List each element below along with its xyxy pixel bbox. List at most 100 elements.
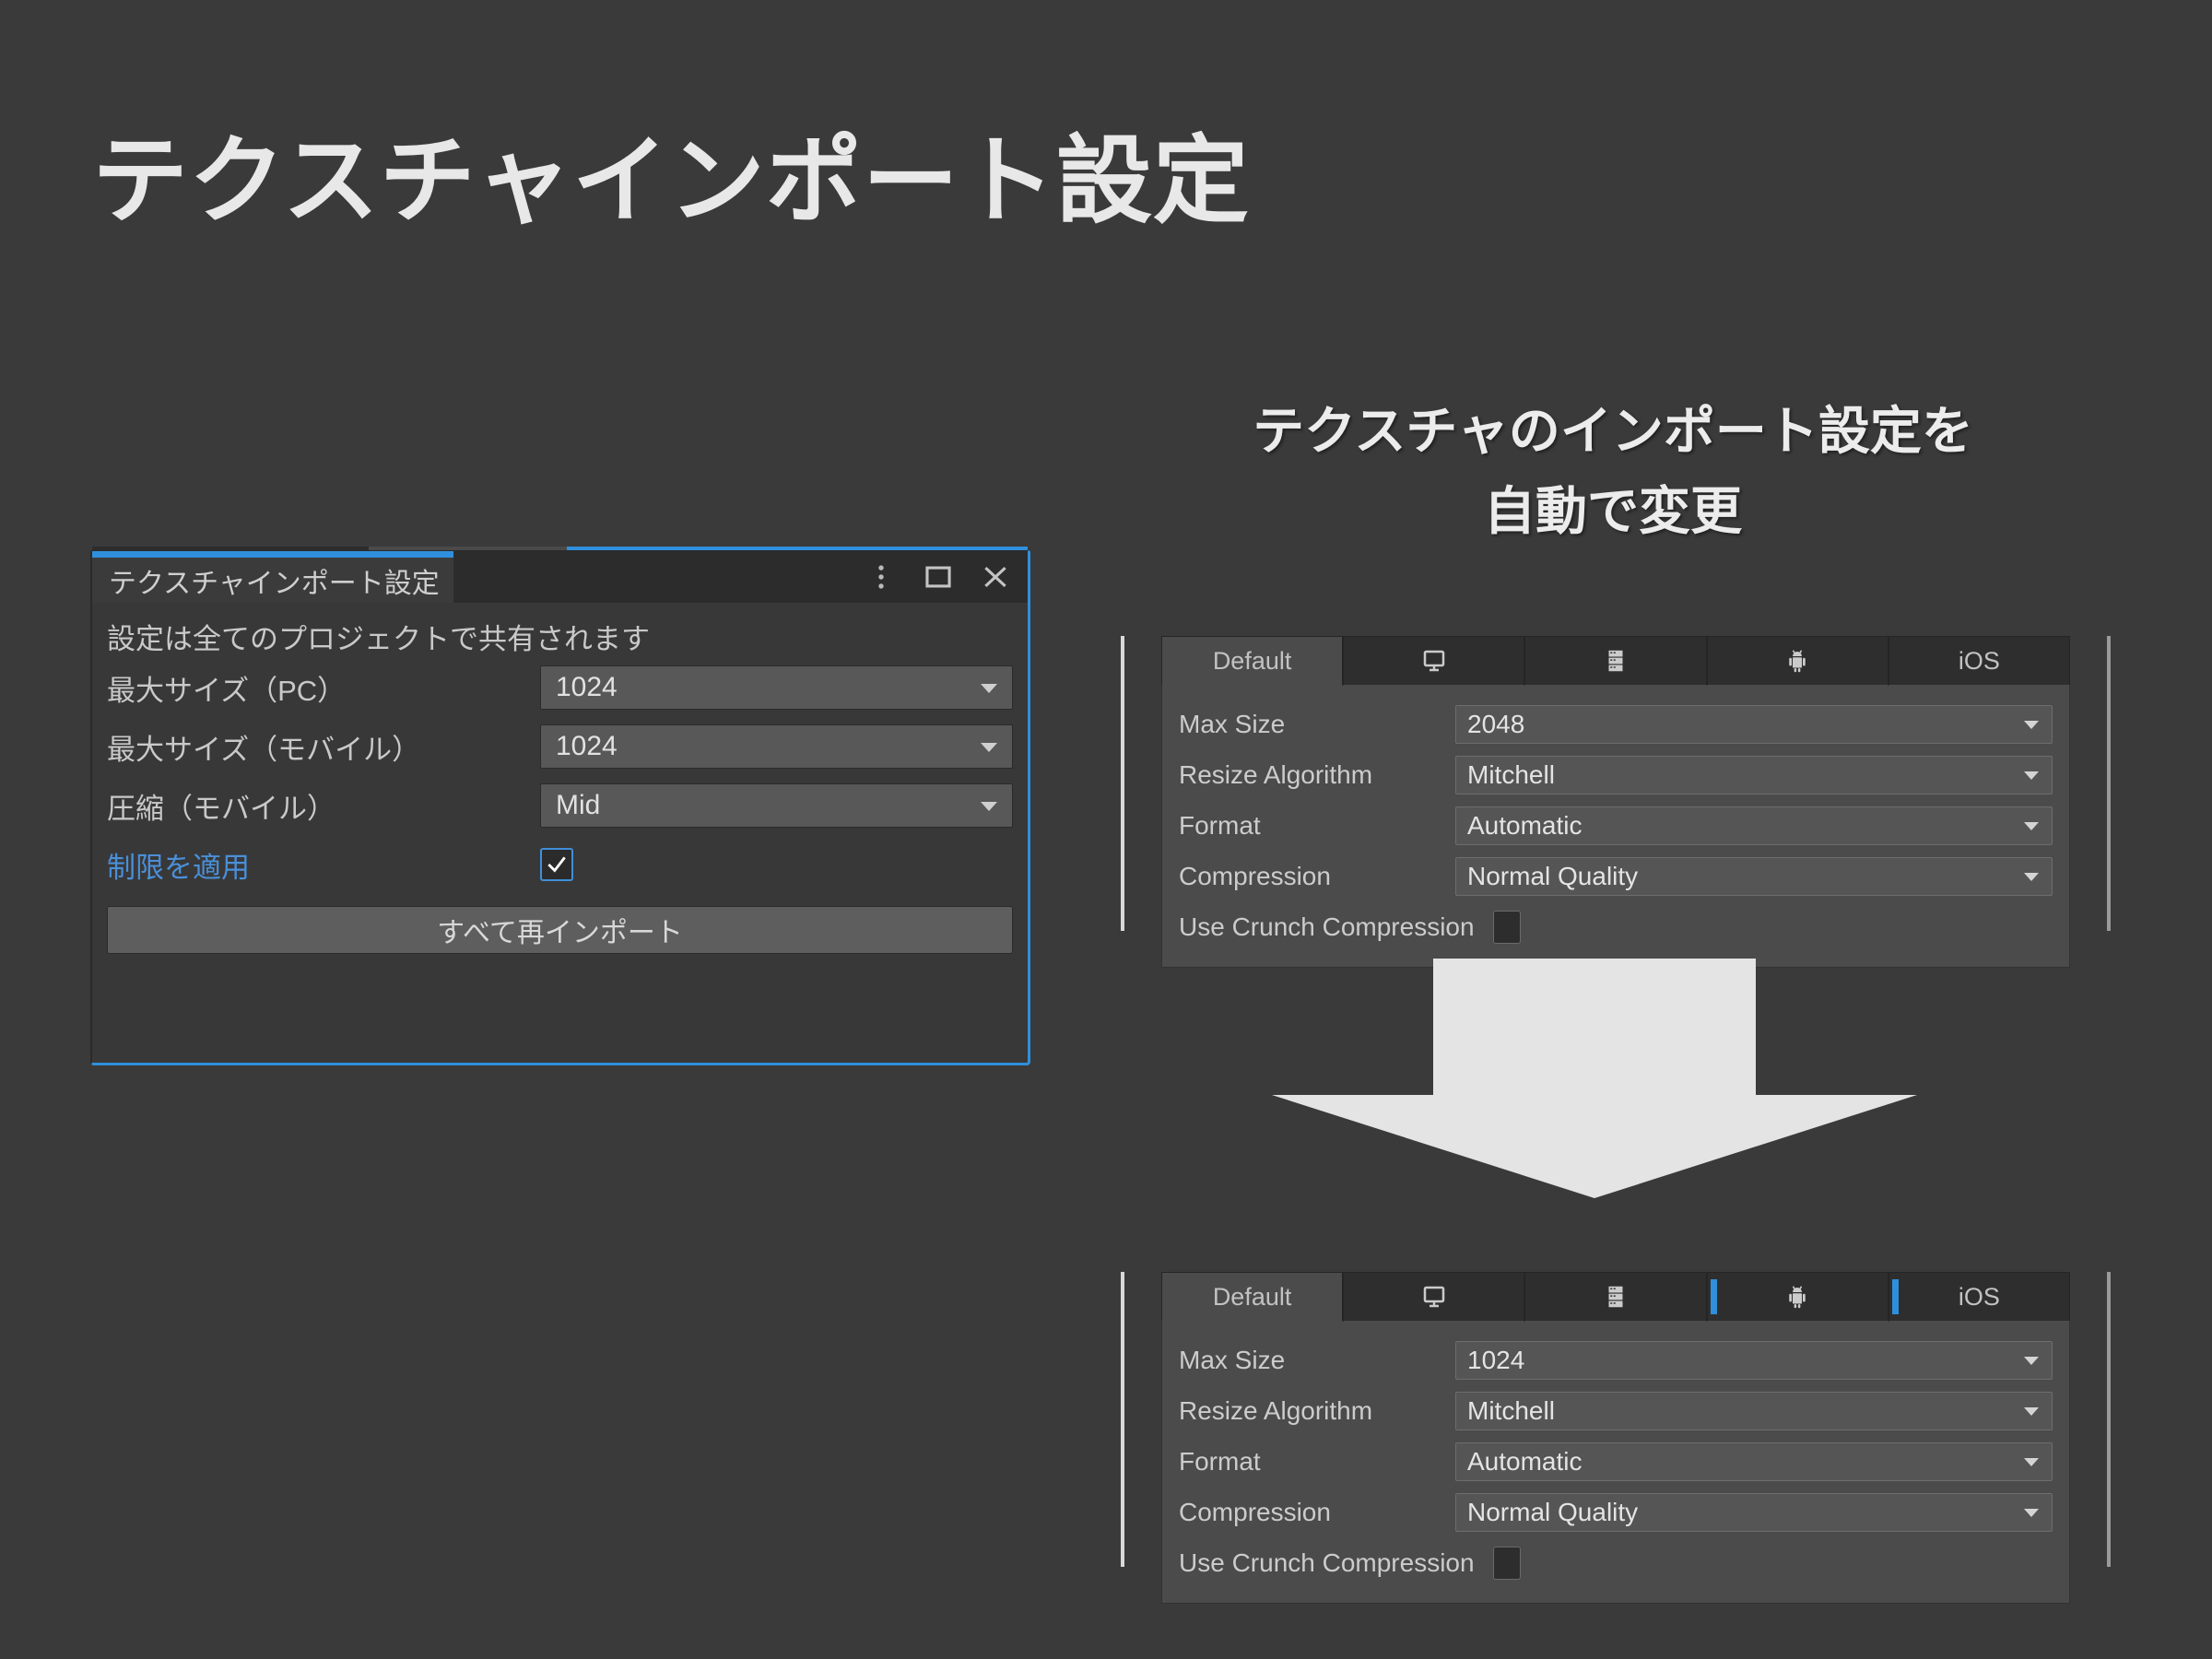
window-top-dark-segment [92,547,369,550]
window-body: 設定は全てのプロジェクトで共有されます 最大サイズ（PC） 1024 最大サイズ… [92,616,1028,954]
tab-ios[interactable]: iOS [1888,636,2070,686]
chevron-down-icon [2024,1458,2039,1466]
check-icon [545,853,569,877]
row-label: Max Size [1179,710,1455,739]
row-format: Format Automatic [1179,800,2053,851]
inspector-body-before: Max Size 2048 Resize Algorithm Mitchell … [1161,686,2070,968]
more-options-icon[interactable] [865,561,897,593]
close-icon[interactable] [980,561,1011,593]
row-resize-algorithm: Resize Algorithm Mitchell [1179,749,2053,800]
platform-tabs-after: Default [1161,1272,2070,1322]
android-robot-icon [1783,647,1811,675]
dropdown-value: 2048 [1467,710,1524,739]
chevron-down-icon [981,684,997,693]
row-compression: Compression Normal Quality [1179,851,2053,901]
webgl-server-icon [1602,647,1630,675]
texture-import-settings-window[interactable]: テクスチャインポート設定 [90,549,1030,1065]
page-title: テクスチャインポート設定 [92,129,1250,234]
row-compression: Compression Normal Quality [1179,1487,2053,1537]
form-label: 最大サイズ（モバイル） [107,726,540,768]
maximize-icon[interactable] [923,561,954,593]
row-label: Compression [1179,862,1455,891]
tab-default[interactable]: Default [1161,636,1343,686]
form-row-max-size-pc: 最大サイズ（PC） 1024 [107,659,1013,716]
crop-marker-right [2107,636,2111,931]
row-label: Resize Algorithm [1179,760,1455,790]
inspector-panel-before: Default [1121,636,2111,931]
tab-standalone[interactable] [1343,1272,1524,1322]
format-dropdown[interactable]: Automatic [1455,1442,2053,1481]
max-size-dropdown[interactable]: 2048 [1455,705,2053,744]
inspector-panel-after: Default [1121,1272,2111,1567]
max-size-dropdown[interactable]: 1024 [1455,1341,2053,1380]
window-controls [865,551,1011,603]
android-modified-indicator [1711,1279,1717,1314]
compression-mobile-dropdown[interactable]: Mid [540,783,1013,828]
row-label: Resize Algorithm [1179,1396,1455,1426]
row-use-crunch-compression: Use Crunch Compression [1179,1537,2053,1588]
android-robot-icon [1783,1283,1811,1311]
tab-label: iOS [1959,1283,2000,1312]
shared-settings-note: 設定は全てのプロジェクトで共有されます [107,616,1013,657]
form-row-max-size-mobile: 最大サイズ（モバイル） 1024 [107,718,1013,775]
reimport-all-button[interactable]: すべて再インポート [107,906,1013,954]
use-crunch-compression-checkbox[interactable] [1493,911,1521,944]
platform-tabs-before: Default [1161,636,2070,686]
dropdown-value: Automatic [1467,1447,1583,1477]
row-resize-algorithm: Resize Algorithm Mitchell [1179,1385,2053,1436]
chevron-down-icon [2024,1357,2039,1365]
window-tab-texture-import-settings[interactable]: テクスチャインポート設定 [92,551,453,603]
standalone-monitor-icon [1420,647,1448,675]
apply-limits-checkbox[interactable] [540,848,573,881]
chevron-down-icon [981,743,997,752]
inspector-body-after: Max Size 1024 Resize Algorithm Mitchell … [1161,1322,2070,1604]
window-top-dotted-segment [369,547,567,550]
resize-algorithm-dropdown[interactable]: Mitchell [1455,1392,2053,1430]
compression-dropdown[interactable]: Normal Quality [1455,857,2053,896]
dropdown-value: 1024 [1467,1346,1524,1375]
max-size-pc-dropdown[interactable]: 1024 [540,665,1013,710]
form-label: 圧縮（モバイル） [107,785,540,827]
chevron-down-icon [2024,721,2039,729]
inspector-inner-before: Default [1161,636,2070,931]
tab-android[interactable] [1707,636,1888,686]
tab-android[interactable] [1707,1272,1888,1322]
row-format: Format Automatic [1179,1436,2053,1487]
crop-marker-left [1121,1272,1124,1567]
dropdown-value: Mitchell [1467,1396,1555,1426]
tab-webgl[interactable] [1524,636,1706,686]
down-arrow [1272,959,1917,1198]
crop-marker-left [1121,636,1124,931]
standalone-monitor-icon [1420,1283,1448,1311]
form-label-apply-limits: 制限を適用 [107,844,540,886]
use-crunch-compression-checkbox[interactable] [1493,1547,1521,1580]
row-max-size: Max Size 2048 [1179,699,2053,749]
row-label: Format [1179,811,1455,841]
headline-line-2: 自動で変更 [1115,472,2111,552]
form-row-apply-limits: 制限を適用 [107,836,1013,893]
tab-default[interactable]: Default [1161,1272,1343,1322]
format-dropdown[interactable]: Automatic [1455,806,2053,845]
tab-ios[interactable]: iOS [1888,1272,2070,1322]
resize-algorithm-dropdown[interactable]: Mitchell [1455,756,2053,794]
dropdown-value: Mitchell [1467,760,1555,790]
dropdown-value: 1024 [556,731,618,762]
row-label: Format [1179,1447,1455,1477]
window-tabbar: テクスチャインポート設定 [92,551,1028,603]
form-label: 最大サイズ（PC） [107,667,540,709]
window-tab-label: テクスチャインポート設定 [109,560,440,601]
tab-label: iOS [1959,647,2000,676]
max-size-mobile-dropdown[interactable]: 1024 [540,724,1013,769]
compression-dropdown[interactable]: Normal Quality [1455,1493,2053,1532]
tab-webgl[interactable] [1524,1272,1706,1322]
section-headline: テクスチャのインポート設定を 自動で変更 [1115,392,2111,552]
dropdown-value: Mid [556,790,600,821]
row-use-crunch-compression: Use Crunch Compression [1179,901,2053,952]
dropdown-value: Automatic [1467,811,1583,841]
tab-standalone[interactable] [1343,636,1524,686]
chevron-down-icon [2024,771,2039,780]
row-label: Max Size [1179,1346,1455,1375]
row-label: Compression [1179,1498,1455,1527]
webgl-server-icon [1602,1283,1630,1311]
chevron-down-icon [2024,873,2039,881]
